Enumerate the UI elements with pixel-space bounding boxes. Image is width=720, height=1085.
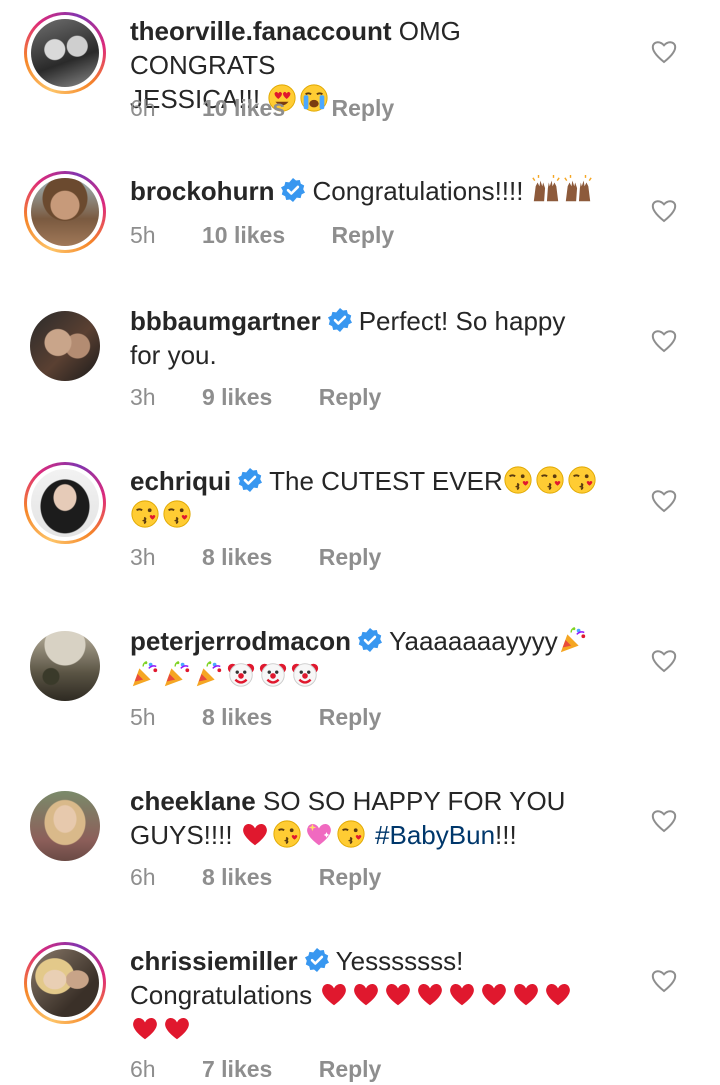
red-heart-emoji <box>240 819 270 849</box>
kissing-heart-emoji <box>130 499 160 529</box>
avatar-image <box>31 949 99 1017</box>
likes-count[interactable]: 9 likes <box>202 384 272 411</box>
raising-hands-emoji <box>531 175 561 205</box>
comment-username[interactable]: echriqui <box>130 466 231 496</box>
comment-username[interactable]: chrissiemiller <box>130 946 298 976</box>
avatar-image <box>30 791 100 861</box>
kissing-heart-emoji <box>162 499 192 529</box>
comment-text: for you. <box>130 340 217 370</box>
comment-time: 3h <box>130 544 156 570</box>
reply-button[interactable]: Reply <box>332 222 395 249</box>
verified-badge-icon <box>280 177 306 203</box>
red-heart-emoji <box>511 979 541 1009</box>
kissing-heart-emoji <box>336 819 366 849</box>
like-heart-icon[interactable] <box>650 487 678 513</box>
comment-username[interactable]: cheeklane <box>130 786 256 816</box>
kissing-heart-emoji <box>567 465 597 495</box>
comment-time: 6h <box>130 1056 156 1082</box>
likes-count[interactable]: 8 likes <box>202 544 272 571</box>
red-heart-emoji <box>447 979 477 1009</box>
verified-badge-icon <box>304 947 330 973</box>
reply-button[interactable]: Reply <box>319 384 382 411</box>
comment-time: 5h <box>130 704 156 730</box>
like-heart-icon[interactable] <box>650 197 678 223</box>
party-popper-emoji <box>558 625 588 655</box>
hashtag-link[interactable]: #BabyBun <box>375 820 495 850</box>
reply-button[interactable]: Reply <box>319 1056 382 1083</box>
avatar[interactable] <box>24 625 106 707</box>
comment-username[interactable]: bbbaumgartner <box>130 306 321 336</box>
avatar[interactable] <box>24 171 106 253</box>
sparkling-heart-emoji <box>304 819 334 849</box>
comment-username[interactable]: brockohurn <box>130 176 274 206</box>
like-heart-icon[interactable] <box>650 647 678 673</box>
like-heart-icon[interactable] <box>650 807 678 833</box>
comment-item: peterjerrodmacon Yaaaaaaayyyy 5h 8 likes … <box>0 610 720 770</box>
avatar-image <box>31 178 99 246</box>
comment-item: chrissiemiller Yesssssss! Congratulations… <box>0 930 720 1085</box>
comment-username[interactable]: theorville.fanaccount <box>130 16 392 46</box>
comment-item: echriqui The CUTEST EVER 3h 8 likes Reply <box>0 450 720 610</box>
reply-button[interactable]: Reply <box>319 864 382 891</box>
red-heart-emoji <box>130 1013 160 1043</box>
reply-button[interactable]: Reply <box>332 95 395 122</box>
red-heart-emoji <box>543 979 573 1009</box>
comment-text: Yaaaaaaayyyy <box>389 626 558 656</box>
comment-item: cheeklane SO SO HAPPY FOR YOU GUYS!!!! #… <box>0 770 720 930</box>
comment-text: Congratulations <box>130 980 313 1010</box>
party-popper-emoji <box>130 659 160 689</box>
red-heart-emoji <box>319 979 349 1009</box>
comment-time: 6h <box>130 864 156 890</box>
kissing-heart-emoji <box>535 465 565 495</box>
avatar-image <box>31 469 99 537</box>
like-heart-icon[interactable] <box>650 38 678 64</box>
kissing-heart-emoji <box>503 465 533 495</box>
red-heart-emoji <box>479 979 509 1009</box>
avatar-image <box>30 631 100 701</box>
comment-text: Perfect! So happy <box>358 306 566 336</box>
like-heart-icon[interactable] <box>650 327 678 353</box>
likes-count[interactable]: 7 likes <box>202 1056 272 1083</box>
verified-badge-icon <box>357 627 383 653</box>
comment-item: bbbaumgartner Perfect! So happy for you. … <box>0 290 720 450</box>
comment-text: Congratulations!!!! <box>312 176 524 206</box>
avatar[interactable] <box>24 462 106 544</box>
comment-time: 3h <box>130 384 156 410</box>
party-popper-emoji <box>162 659 192 689</box>
party-popper-emoji <box>194 659 224 689</box>
likes-count[interactable]: 8 likes <box>202 704 272 731</box>
red-heart-emoji <box>415 979 445 1009</box>
reply-button[interactable]: Reply <box>319 704 382 731</box>
raising-hands-emoji <box>563 175 593 205</box>
avatar[interactable] <box>24 12 106 94</box>
like-heart-icon[interactable] <box>650 967 678 993</box>
avatar[interactable] <box>24 942 106 1024</box>
comment-time: 5h <box>130 222 156 248</box>
red-heart-emoji <box>351 979 381 1009</box>
likes-count[interactable]: 10 likes <box>202 222 285 249</box>
comment-text-suffix: !!! <box>495 820 517 850</box>
red-heart-emoji <box>162 1013 192 1043</box>
red-heart-emoji <box>383 979 413 1009</box>
clown-emoji <box>258 659 288 689</box>
reply-button[interactable]: Reply <box>319 544 382 571</box>
comment-text: Yesssssss! <box>335 946 464 976</box>
kissing-heart-emoji <box>272 819 302 849</box>
verified-badge-icon <box>327 307 353 333</box>
clown-emoji <box>290 659 320 689</box>
comment-time: 6h <box>130 95 156 121</box>
avatar-image <box>30 311 100 381</box>
avatar-image <box>31 19 99 87</box>
clown-emoji <box>226 659 256 689</box>
comment-text: The CUTEST EVER <box>269 466 503 496</box>
avatar[interactable] <box>24 785 106 867</box>
comment-item: theorville.fanaccount OMG CONGRATS JESSI… <box>0 0 720 160</box>
likes-count[interactable]: 8 likes <box>202 864 272 891</box>
avatar[interactable] <box>24 305 106 387</box>
comment-username[interactable]: peterjerrodmacon <box>130 626 351 656</box>
verified-badge-icon <box>237 467 263 493</box>
likes-count[interactable]: 10 likes <box>202 95 285 122</box>
